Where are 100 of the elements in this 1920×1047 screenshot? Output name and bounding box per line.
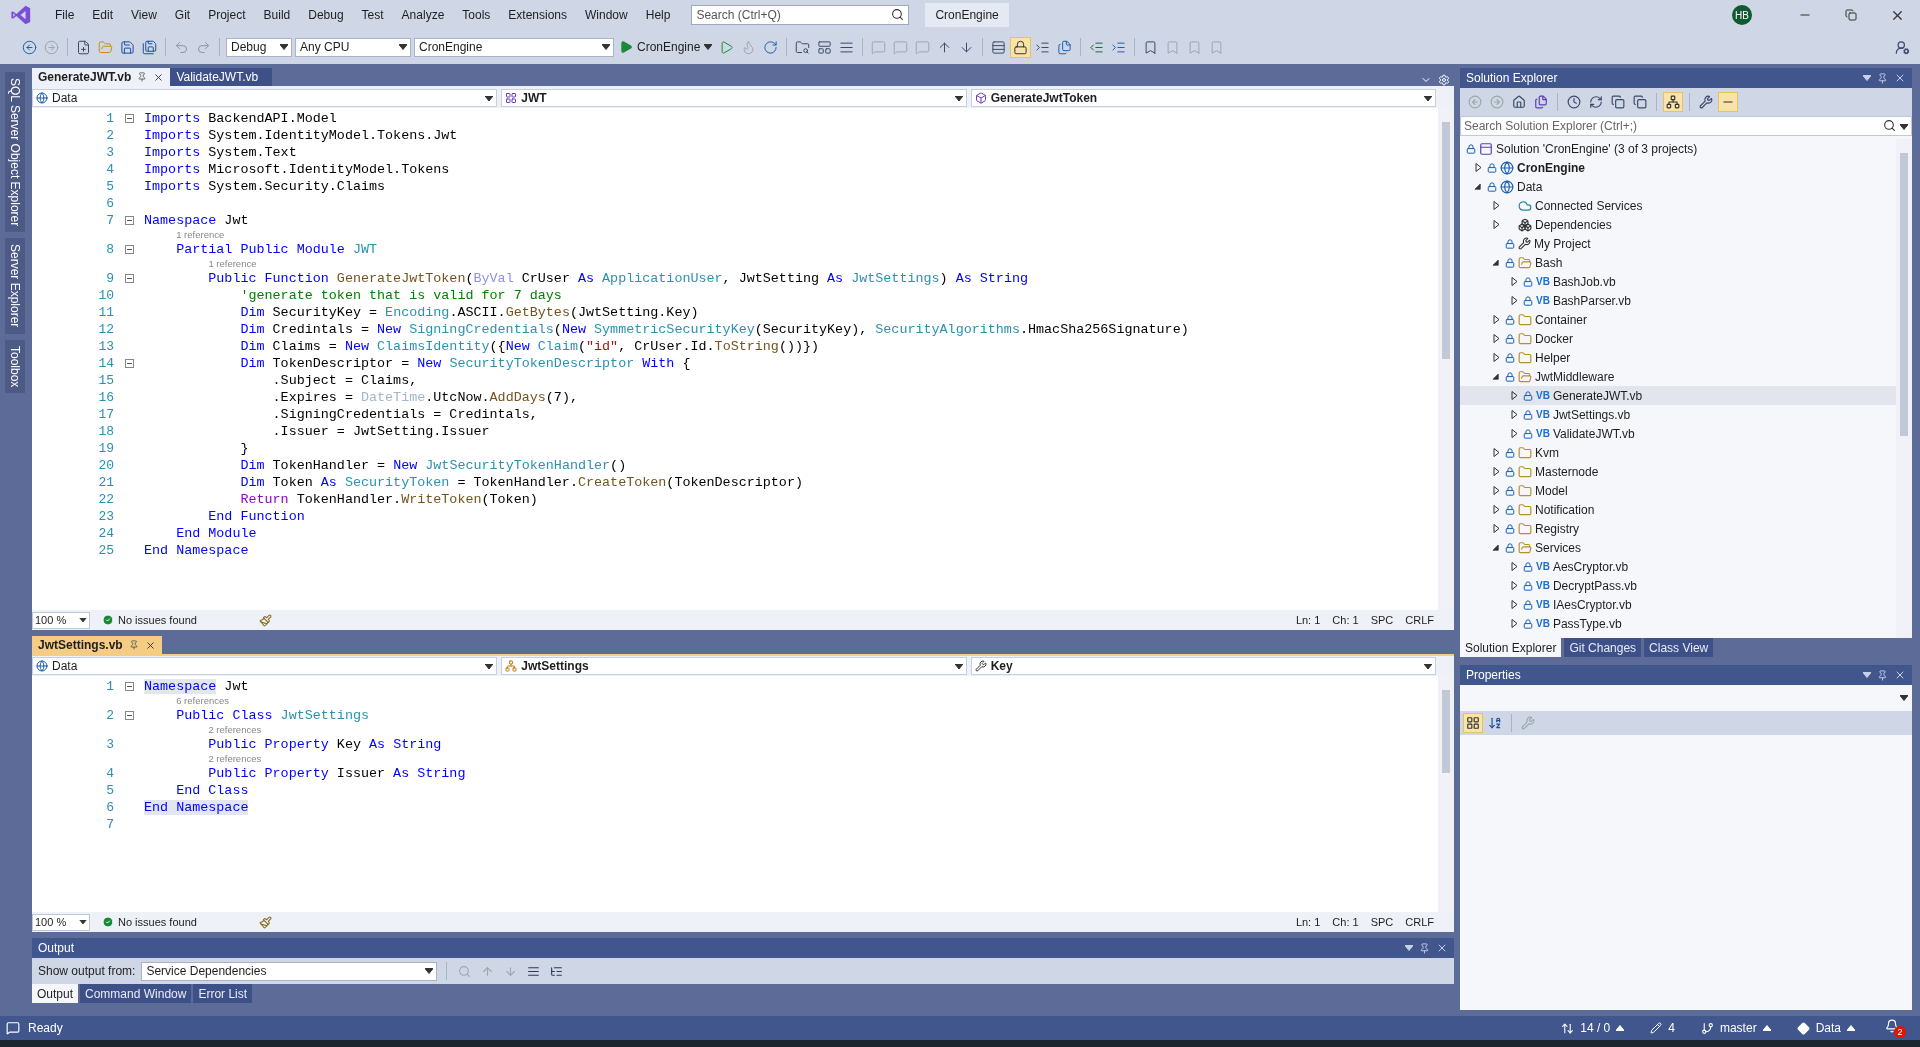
navigation-dropdown[interactable]: Data [32, 89, 498, 107]
properties-button[interactable] [1697, 93, 1715, 111]
reference-count[interactable]: 2 references [144, 724, 262, 736]
navigation-dropdown[interactable]: JwtSettings [501, 657, 967, 675]
document-tab[interactable]: GenerateJWT.vb [32, 68, 171, 86]
output-tab[interactable]: Output [32, 984, 79, 1003]
repository-status[interactable]: Data [1796, 1021, 1855, 1035]
tree-item[interactable]: Bash [1460, 253, 1896, 272]
tree-item[interactable]: Registry [1460, 519, 1896, 538]
close-icon[interactable] [144, 639, 156, 651]
menu-item[interactable]: View [122, 8, 166, 22]
menu-item[interactable]: Extensions [499, 8, 577, 22]
collapse-icon[interactable] [124, 216, 134, 225]
panel-tab[interactable]: Git Changes [1564, 638, 1642, 657]
menu-item[interactable]: Build [254, 8, 300, 22]
search-field[interactable]: Search Solution Explorer (Ctrl+;) [1460, 116, 1912, 136]
reference-count[interactable]: 2 references [144, 753, 262, 765]
output-icon[interactable] [6, 1021, 20, 1035]
switch-views-button[interactable] [1532, 93, 1550, 111]
edits-status[interactable]: 4 [1650, 1021, 1675, 1035]
tree-item[interactable]: Notification [1460, 500, 1896, 519]
collapse-icon[interactable] [124, 682, 134, 691]
tree-item[interactable]: Data [1460, 177, 1896, 196]
app-logo[interactable] [10, 4, 32, 26]
collapse-icon[interactable] [124, 274, 134, 283]
document-tab[interactable]: JwtSettings.vb [32, 636, 162, 654]
tree-item[interactable]: Helper [1460, 348, 1896, 367]
vertical-scrollbar[interactable] [1896, 139, 1912, 638]
branch-status[interactable]: master [1700, 1021, 1771, 1035]
home-button[interactable] [1510, 93, 1528, 111]
lock-button[interactable] [1011, 37, 1031, 57]
categorized-button[interactable] [1464, 714, 1482, 732]
menu-item[interactable]: File [46, 8, 84, 22]
show-all-files-button[interactable] [1631, 93, 1649, 111]
tree-item[interactable]: CronEngine [1460, 158, 1896, 177]
navigation-dropdown[interactable]: Key [970, 657, 1436, 675]
tree-item[interactable]: Dependencies [1460, 215, 1896, 234]
settings-icon[interactable] [1438, 74, 1450, 86]
tree-item[interactable]: JwtMiddleware [1460, 367, 1896, 386]
side-panel-tab[interactable]: SQL Server Object Explorer [5, 72, 25, 233]
menu-item[interactable]: Window [576, 8, 637, 22]
reference-count[interactable]: 6 references [144, 695, 229, 707]
preview-button[interactable] [1719, 93, 1737, 111]
collapse-icon[interactable] [124, 245, 134, 254]
collapse-icon[interactable] [124, 711, 134, 720]
pin-icon[interactable] [137, 72, 148, 82]
tree-item[interactable]: Masternode [1460, 462, 1896, 481]
tree-item[interactable]: Container [1460, 310, 1896, 329]
tree-item[interactable]: Model [1460, 481, 1896, 500]
collapse-icon[interactable] [124, 359, 134, 368]
navigation-dropdown[interactable]: Data [32, 657, 498, 675]
tree-item[interactable]: Docker [1460, 329, 1896, 348]
panel-tab[interactable]: Solution Explorer [1460, 638, 1562, 657]
sync-with-document-button[interactable] [1664, 93, 1682, 111]
refresh-button[interactable] [1587, 93, 1605, 111]
tree-item[interactable]: VB AesCryptor.vb [1460, 557, 1896, 576]
tree-item[interactable]: VB BashJob.vb [1460, 272, 1896, 291]
start-button[interactable]: CronEngine [617, 38, 715, 56]
menu-item[interactable]: Tools [453, 8, 500, 22]
tree-item[interactable]: VB IAesCryptor.vb [1460, 595, 1896, 614]
reference-count[interactable]: 1 reference [144, 258, 257, 270]
tree-item[interactable]: VB DecryptPass.vb [1460, 576, 1896, 595]
panel-tab[interactable]: Class View [1644, 638, 1714, 657]
zoom-dropdown[interactable]: 100 % [32, 913, 90, 931]
tree-item[interactable]: VB PassType.vb [1460, 614, 1896, 633]
close-icon[interactable] [153, 71, 165, 83]
search-field[interactable]: Search (Ctrl+Q) [691, 5, 910, 25]
side-panel-tab[interactable]: Toolbox [5, 339, 25, 394]
startup-project-dropdown[interactable]: CronEngine [414, 37, 614, 57]
menu-item[interactable]: Project [199, 8, 255, 22]
tree-item[interactable]: Services [1460, 538, 1896, 557]
output-tab[interactable]: Command Window [80, 984, 192, 1003]
search-icon[interactable] [891, 8, 905, 21]
navigation-dropdown[interactable]: JWT [501, 89, 967, 107]
output-source-dropdown[interactable]: Service Dependencies [141, 961, 438, 981]
tree-item[interactable]: VB GenerateJWT.vb [1460, 386, 1896, 405]
menu-item[interactable]: Debug [299, 8, 353, 22]
platform-dropdown[interactable]: Any CPU [295, 37, 411, 57]
user-avatar[interactable]: HB [1732, 5, 1752, 25]
tree-item[interactable]: Connected Services [1460, 196, 1896, 215]
menu-item[interactable]: Test [352, 8, 393, 22]
tree-item[interactable]: VB ValidateJWT.vb [1460, 424, 1896, 443]
tree-item[interactable]: Solution 'CronEngine' (3 of 3 projects) [1460, 139, 1896, 158]
side-panel-tab[interactable]: Server Explorer [5, 238, 25, 334]
pin-icon[interactable] [128, 640, 139, 650]
configuration-dropdown[interactable]: Debug [226, 37, 292, 57]
tree-item[interactable]: VB BashParser.vb [1460, 291, 1896, 310]
navigation-dropdown[interactable]: GenerateJwtToken [970, 89, 1436, 107]
tree-item[interactable]: My Project [1460, 234, 1896, 253]
brush-icon[interactable] [258, 613, 272, 627]
output-tab[interactable]: Error List [193, 984, 253, 1003]
issues-status[interactable]: No issues found [102, 916, 197, 928]
issues-status[interactable]: No issues found [102, 614, 197, 626]
menu-item[interactable]: Help [636, 8, 680, 22]
brush-icon[interactable] [258, 915, 272, 929]
notifications-button[interactable]: 2 [1885, 1018, 1906, 1038]
tree-item[interactable]: VB JwtSettings.vb [1460, 405, 1896, 424]
tree-item[interactable]: Kvm [1460, 443, 1896, 462]
menu-item[interactable]: Analyze [392, 8, 454, 22]
changes-status[interactable]: 14 / 0 [1561, 1021, 1625, 1035]
